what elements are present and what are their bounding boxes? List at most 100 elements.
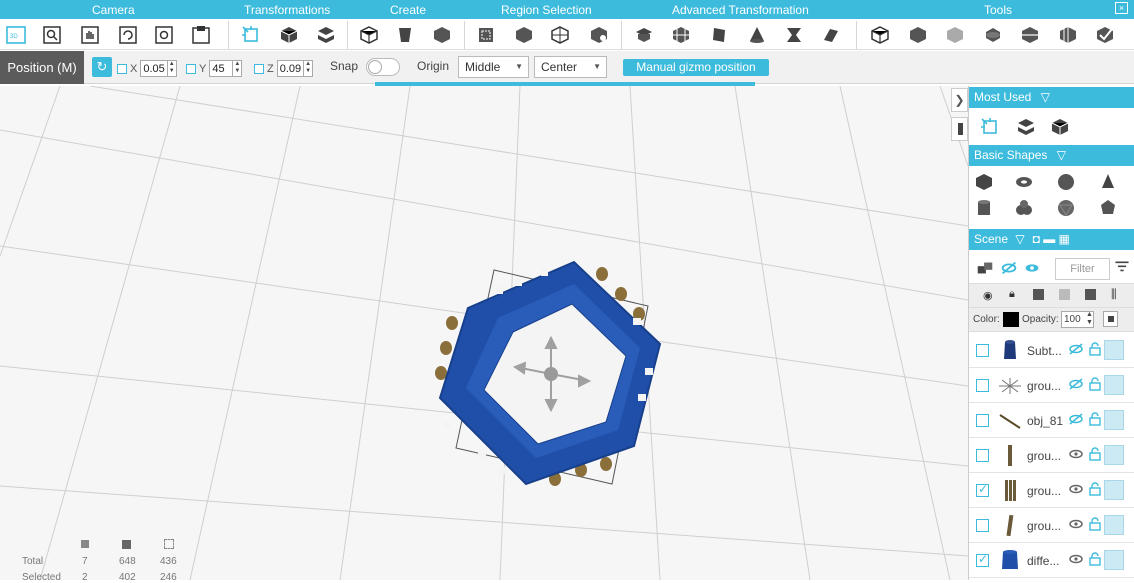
view-3d-icon[interactable]: 3D <box>3 23 29 47</box>
scene-item-row[interactable]: grou... <box>969 368 1134 403</box>
shape-sphere-icon[interactable] <box>1055 171 1077 193</box>
opacity-reset-button[interactable] <box>1103 311 1118 327</box>
camera-preset-icon[interactable] <box>188 23 214 47</box>
3d-viewport[interactable] <box>0 86 968 580</box>
create-box-icon[interactable] <box>356 23 382 47</box>
adv-mesh-icon[interactable] <box>668 23 694 47</box>
adv-hollow-icon[interactable] <box>631 23 657 47</box>
cube-icon[interactable] <box>1104 340 1124 360</box>
wire-column-icon[interactable] <box>1059 289 1070 300</box>
adv-cone-icon[interactable] <box>744 23 770 47</box>
ribbon-collapse-button[interactable]: × <box>1115 2 1128 14</box>
y-value-input[interactable]: 45 ▲ ▼ <box>209 60 243 77</box>
align-select[interactable]: Center ▼ <box>534 56 607 78</box>
tool-sphere-icon[interactable] <box>980 23 1006 47</box>
cube-column-icon[interactable] <box>1085 289 1096 300</box>
eye-slash-icon[interactable] <box>1069 343 1083 355</box>
shape-icosphere-icon[interactable] <box>1055 197 1077 219</box>
region-brush-icon[interactable] <box>586 23 612 47</box>
tool-split-cube-icon[interactable] <box>1055 23 1081 47</box>
scene-item-row[interactable]: grou... <box>969 508 1134 543</box>
shape-dodecahedron-icon[interactable] <box>1097 197 1119 219</box>
manual-gizmo-button[interactable]: Manual gizmo position <box>623 59 769 76</box>
stack-icon[interactable] <box>313 23 339 47</box>
rotate-view-icon[interactable] <box>115 23 141 47</box>
refresh-icon[interactable]: ↻ <box>92 57 112 77</box>
cube-box-icon[interactable] <box>1049 116 1071 138</box>
tool-check-cube-icon[interactable] <box>1092 23 1118 47</box>
region-select-icon[interactable] <box>473 23 499 47</box>
x-spinner-icon[interactable]: ▲ ▼ <box>166 61 176 76</box>
eye-icon[interactable] <box>1069 518 1083 530</box>
camera-settings-icon[interactable] <box>151 23 177 47</box>
y-spinner-icon[interactable]: ▲ ▼ <box>232 61 241 76</box>
lock-column-icon[interactable]: 🔒︎ <box>1009 288 1015 301</box>
pan-icon[interactable] <box>77 23 103 47</box>
ribbon-group-transformations[interactable]: Transformations <box>244 3 330 17</box>
cube-icon[interactable] <box>1104 550 1124 570</box>
scene-item-checkbox[interactable] <box>976 519 989 532</box>
shape-cone-icon[interactable] <box>1097 171 1119 193</box>
adv-smooth-icon[interactable] <box>706 23 732 47</box>
eye-icon[interactable] <box>1069 448 1083 460</box>
most-used-header[interactable]: Most Used ▽ <box>969 87 1134 108</box>
adv-pinch-icon[interactable] <box>781 23 807 47</box>
snap-toggle[interactable] <box>366 58 400 76</box>
tool-grey-cube-icon[interactable] <box>942 23 968 47</box>
eye-slash-icon[interactable] <box>1069 413 1083 425</box>
ribbon-group-camera[interactable]: Camera <box>92 3 135 17</box>
tool-wire-cube-icon[interactable] <box>867 23 893 47</box>
eye-slash-icon[interactable] <box>1069 378 1083 390</box>
scene-item-checkbox[interactable] <box>976 344 989 357</box>
scene-item-checkbox[interactable] <box>976 552 989 567</box>
z-axis-checkbox[interactable] <box>254 63 264 74</box>
lock-icon[interactable] <box>1089 447 1101 461</box>
scene-item-row[interactable]: diffe... <box>969 543 1134 578</box>
region-solid-icon[interactable] <box>511 23 537 47</box>
opacity-spinner-icon[interactable]: ▲ ▼ <box>1086 311 1093 327</box>
scene-item-checkbox[interactable] <box>976 414 989 427</box>
cube-icon[interactable] <box>1104 515 1124 535</box>
shape-knot-icon[interactable] <box>1013 197 1035 219</box>
cube-icon[interactable] <box>1104 410 1124 430</box>
cube-icon[interactable] <box>1104 375 1124 395</box>
lock-icon[interactable] <box>1089 377 1101 391</box>
lock-icon[interactable] <box>1089 517 1101 531</box>
create-extrude-icon[interactable] <box>392 23 418 47</box>
lock-icon[interactable] <box>1089 342 1101 356</box>
solid-column-icon[interactable] <box>1033 289 1044 300</box>
eye-column-icon[interactable]: ◉ <box>983 289 993 302</box>
filter-icon[interactable] <box>1113 259 1134 281</box>
panel-collapse-button[interactable]: ❯ <box>951 88 968 112</box>
transform-gizmo-icon[interactable] <box>238 23 264 47</box>
panel-side-button[interactable] <box>951 117 968 141</box>
y-axis-checkbox[interactable] <box>186 63 196 74</box>
tool-solid-cube-icon[interactable] <box>905 23 931 47</box>
view-toggle-icon[interactable]: ◘ ▬ ▦ <box>1033 232 1070 246</box>
ribbon-group-tools[interactable]: Tools <box>984 3 1012 17</box>
color-swatch[interactable] <box>1003 312 1019 327</box>
scene-item-checkbox[interactable] <box>976 449 989 462</box>
region-wire-icon[interactable] <box>547 23 573 47</box>
transform-gizmo-icon[interactable] <box>979 116 1001 138</box>
scene-item-row[interactable]: grou... <box>969 438 1134 473</box>
scene-header[interactable]: Scene ▽ ◘ ▬ ▦ <box>969 229 1134 250</box>
scene-item-checkbox[interactable] <box>976 379 989 392</box>
cube-icon[interactable] <box>1104 445 1124 465</box>
stack-icon[interactable] <box>1015 116 1037 138</box>
eye-icon[interactable] <box>1069 483 1083 495</box>
scene-canvas[interactable] <box>0 86 968 580</box>
x-axis-checkbox[interactable] <box>117 63 127 74</box>
lock-icon[interactable] <box>1089 412 1101 426</box>
create-solid-icon[interactable] <box>429 23 455 47</box>
origin-select[interactable]: Middle ▼ <box>458 56 529 78</box>
columns-icon[interactable]: ⫼ <box>1111 287 1117 302</box>
z-spinner-icon[interactable]: ▲ ▼ <box>303 61 312 76</box>
shape-torus-icon[interactable] <box>1013 171 1035 193</box>
lock-icon[interactable] <box>1089 552 1101 566</box>
cube-box-icon[interactable] <box>276 23 302 47</box>
scene-item-row[interactable]: obj_81 <box>969 403 1134 438</box>
scene-item-checkbox[interactable] <box>976 482 989 497</box>
ribbon-group-advanced-transformation[interactable]: Advanced Transformation <box>672 3 809 17</box>
z-value-input[interactable]: 0.09 ▲ ▼ <box>276 60 314 77</box>
